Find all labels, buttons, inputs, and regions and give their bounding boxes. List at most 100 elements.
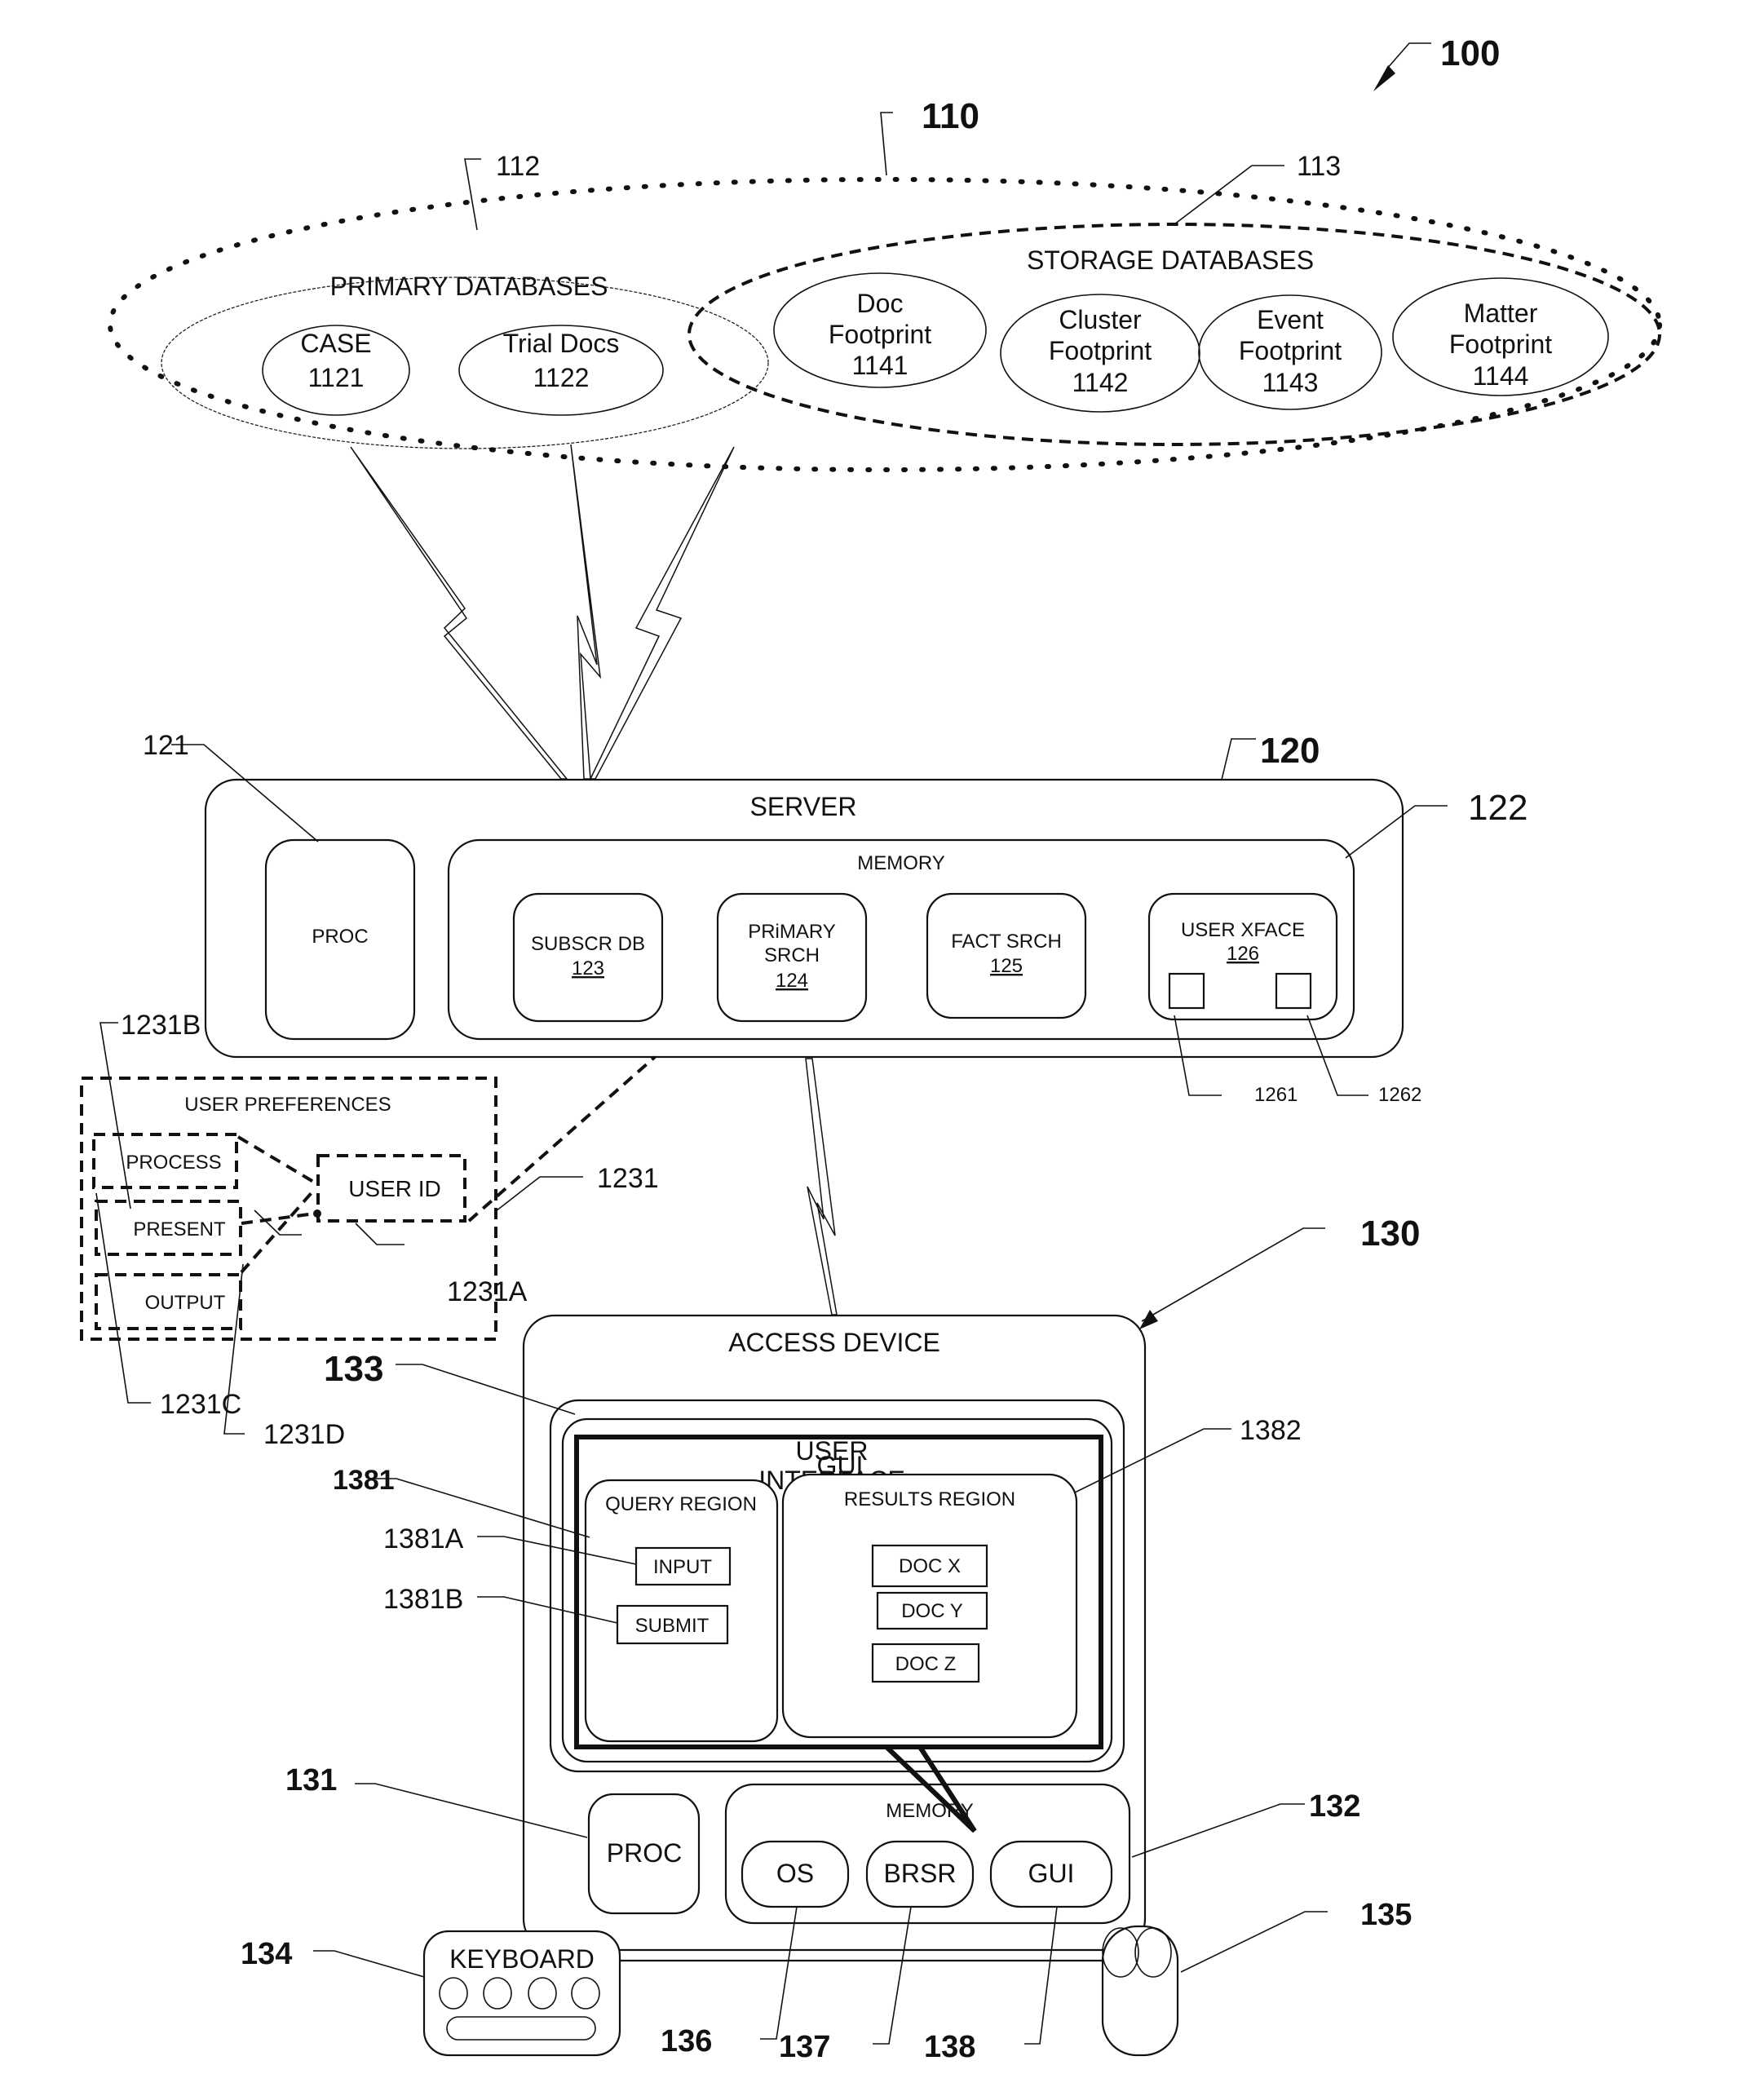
pref-user-id[interactable]: USER ID <box>316 1154 466 1223</box>
db-ref: 1144 <box>1473 361 1529 391</box>
storage-databases-title: STORAGE DATABASES <box>1027 245 1314 275</box>
db-name-line2: Footprint <box>1239 336 1342 365</box>
ref-label: 1382 <box>1240 1415 1302 1446</box>
memory-gui[interactable]: GUI <box>989 1840 1113 1908</box>
doc-label: DOC X <box>899 1555 961 1577</box>
ref-label: 1261 <box>1254 1084 1298 1106</box>
primary-databases: 112 PRIMARY DATABASES CASE 1121 Trial Do… <box>161 151 769 449</box>
input-label: INPUT <box>653 1556 712 1578</box>
module-ref: 123 <box>572 957 604 979</box>
leader-1261 <box>1174 1015 1222 1096</box>
pref-label: OUTPUT <box>145 1292 226 1314</box>
lightning-bolt-icon <box>350 446 568 780</box>
junction-dot-icon <box>313 1209 321 1218</box>
pref-present[interactable]: PRESENT <box>95 1200 242 1256</box>
doc-label: DOC Y <box>901 1600 963 1622</box>
leader-135 <box>1180 1911 1328 1973</box>
db-name-line2: Footprint <box>1449 329 1552 359</box>
leader-120 <box>1221 738 1256 780</box>
module-ref: 125 <box>990 955 1023 977</box>
pref-process[interactable]: PROCESS <box>92 1133 238 1189</box>
leader-136 <box>760 1906 798 2040</box>
memory-os[interactable]: OS <box>741 1840 850 1908</box>
network-110: 110 112 PRIMARY DATABASES CASE 1121 Tria… <box>108 96 1662 472</box>
ref-label: 135 <box>1360 1898 1412 1932</box>
module-primary-srch[interactable]: PRiMARY SRCH 124 <box>716 892 868 1023</box>
query-region-box <box>584 1479 779 1743</box>
db-ref: 1142 <box>1072 368 1129 397</box>
primary-databases-title: PRIMARY DATABASES <box>330 272 608 301</box>
module-subscr-db[interactable]: SUBSCR DB 123 <box>512 892 664 1023</box>
leader-131 <box>355 1783 588 1838</box>
leader-1231A-final <box>355 1223 405 1245</box>
db-doc-footprint[interactable]: Doc Footprint 1141 <box>773 272 987 388</box>
leader-132 <box>1131 1803 1305 1858</box>
module-name: USER XFACE <box>1181 919 1305 941</box>
ref-label: 136 <box>661 2024 712 2058</box>
db-name-line1: Event <box>1257 305 1324 334</box>
ref-label: 130 <box>1360 1214 1420 1254</box>
db-ref: 1122 <box>533 363 590 392</box>
leader-121 <box>171 744 319 842</box>
proc-label: PROC <box>312 926 368 948</box>
db-name-line1: Doc <box>857 289 904 318</box>
module-fact-srch[interactable]: FACT SRCH 125 <box>926 892 1087 1019</box>
module-ref: 124 <box>776 970 808 992</box>
system-diagram: 100 110 112 PRIMARY DATABASES CASE 1121 … <box>80 33 1662 2064</box>
memory-brsr[interactable]: BRSR <box>865 1840 975 1908</box>
db-matter-footprint[interactable]: Matter Footprint 1144 <box>1392 277 1609 396</box>
arrow-icon <box>1373 65 1395 91</box>
ref-label: 134 <box>241 1937 292 1971</box>
module-name-line2: SRCH <box>764 944 820 966</box>
proc-label: PROC <box>607 1838 682 1868</box>
figure-ref-100: 100 <box>1373 33 1500 91</box>
ref-label: 1262 <box>1378 1084 1421 1106</box>
mouse[interactable] <box>1101 1925 1179 2057</box>
db-trial-docs[interactable]: Trial Docs 1122 <box>458 325 664 416</box>
mouse-body <box>1101 1925 1179 2057</box>
ref-label: 132 <box>1309 1789 1360 1824</box>
server-proc[interactable]: PROC <box>264 838 416 1041</box>
leader-134 <box>313 1950 425 1978</box>
leader-112 <box>464 158 481 231</box>
results-region-title: RESULTS REGION <box>844 1488 1015 1510</box>
ref-label: 1231B <box>121 1010 201 1041</box>
leader-1231 <box>495 1176 583 1212</box>
query-region: QUERY REGION INPUT SUBMIT <box>584 1479 779 1743</box>
server-box <box>204 778 1404 1059</box>
leader-122 <box>1345 805 1448 859</box>
server-title: SERVER <box>749 792 856 821</box>
device-proc[interactable]: PROC <box>587 1793 701 1915</box>
ref-label: 1381B <box>383 1584 463 1615</box>
ref-label: 138 <box>924 2030 975 2064</box>
memory-title: MEMORY <box>886 1800 974 1822</box>
module-label: OS <box>776 1859 814 1888</box>
server-120: 120 SERVER 121 PROC 122 MEMORY SUBSCR DB… <box>143 730 1527 1106</box>
xface-element-1261[interactable] <box>1168 972 1205 1010</box>
xface-element-1262[interactable] <box>1275 972 1312 1010</box>
user-preferences-title: USER PREFERENCES <box>184 1094 391 1116</box>
ref-label: 100 <box>1440 33 1500 73</box>
db-ref: 1121 <box>308 363 365 392</box>
leader-130 <box>1141 1227 1325 1322</box>
db-cluster-footprint[interactable]: Cluster Footprint 1142 <box>1000 294 1200 413</box>
pref-output[interactable]: OUTPUT <box>95 1273 242 1330</box>
access-device-title: ACCESS DEVICE <box>728 1328 940 1357</box>
ref-label: 112 <box>496 151 540 182</box>
keyboard[interactable]: KEYBOARD <box>422 1930 621 2057</box>
module-user-xface[interactable]: USER XFACE 126 <box>1147 892 1338 1021</box>
db-ref: 1143 <box>1262 368 1319 397</box>
db-name-line1: Matter <box>1464 298 1538 328</box>
link-process-userid <box>237 1135 316 1184</box>
submit-label: SUBMIT <box>635 1615 710 1637</box>
ref-label: 1231 <box>597 1163 659 1194</box>
db-event-footprint[interactable]: Event Footprint 1143 <box>1198 294 1382 410</box>
db-case[interactable]: CASE 1121 <box>262 325 410 416</box>
ref-label: 122 <box>1468 788 1527 828</box>
module-name: FACT SRCH <box>951 931 1062 953</box>
leader-138 <box>1024 1906 1058 2045</box>
ref-label: 133 <box>324 1349 383 1389</box>
lightning-bolt-icon <box>589 446 735 780</box>
leader-137 <box>873 1906 912 2045</box>
db-name-line2: Footprint <box>829 320 931 349</box>
